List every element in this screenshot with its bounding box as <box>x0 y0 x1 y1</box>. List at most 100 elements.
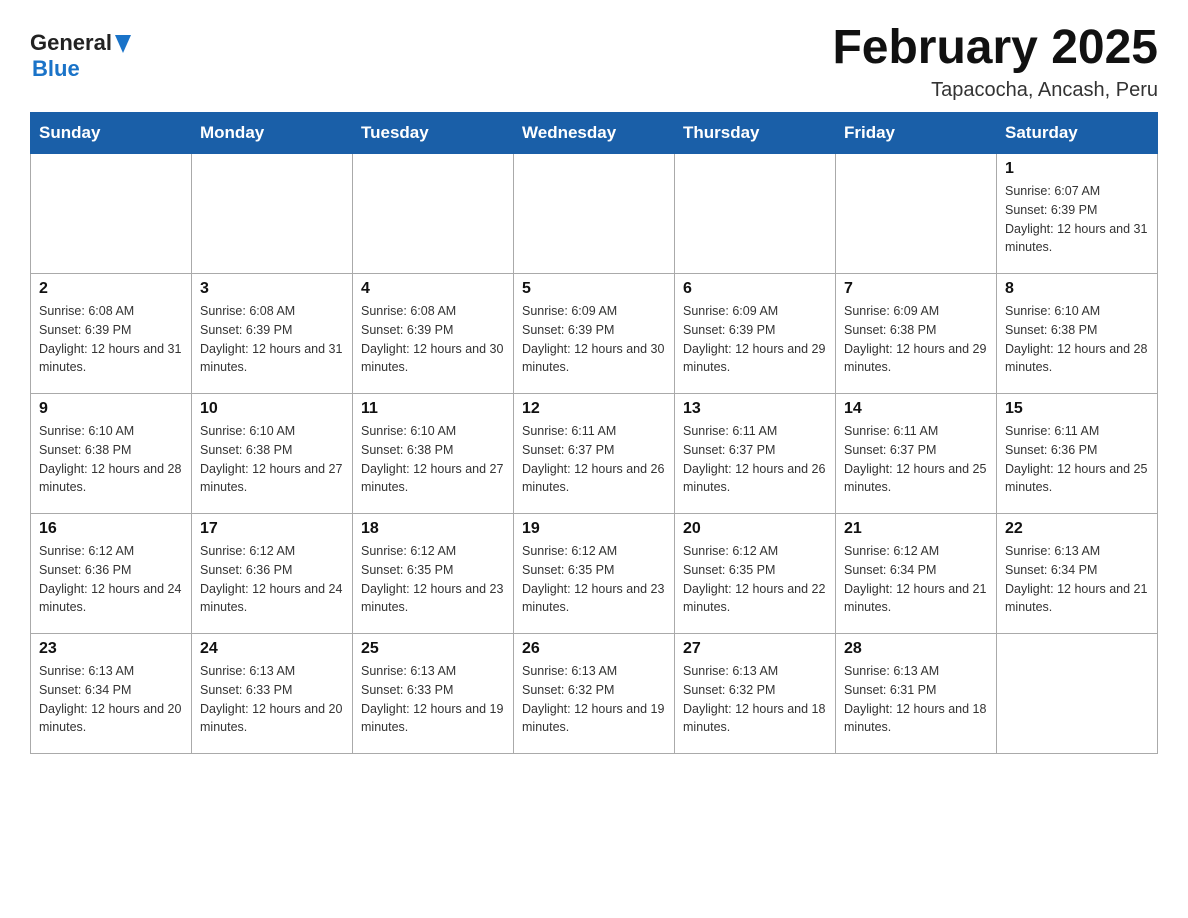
day-info: Sunrise: 6:09 AM Sunset: 6:39 PM Dayligh… <box>683 302 827 377</box>
calendar-cell: 10Sunrise: 6:10 AM Sunset: 6:38 PM Dayli… <box>192 394 353 514</box>
weekday-monday: Monday <box>192 113 353 154</box>
day-number: 21 <box>844 520 988 538</box>
calendar-cell: 3Sunrise: 6:08 AM Sunset: 6:39 PM Daylig… <box>192 274 353 394</box>
day-info: Sunrise: 6:13 AM Sunset: 6:32 PM Dayligh… <box>683 662 827 737</box>
day-info: Sunrise: 6:07 AM Sunset: 6:39 PM Dayligh… <box>1005 182 1149 257</box>
day-number: 1 <box>1005 160 1149 178</box>
day-info: Sunrise: 6:12 AM Sunset: 6:35 PM Dayligh… <box>361 542 505 617</box>
day-number: 5 <box>522 280 666 298</box>
day-number: 12 <box>522 400 666 418</box>
day-number: 24 <box>200 640 344 658</box>
calendar-cell <box>192 154 353 274</box>
calendar-cell: 26 Sunrise: 6:13 AM Sunset: 6:32 PM Dayli… <box>514 634 675 754</box>
day-info: Sunrise: 6:12 AM Sunset: 6:34 PM Dayligh… <box>844 542 988 617</box>
day-number: 9 <box>39 400 183 418</box>
day-info: Sunrise: 6:10 AM Sunset: 6:38 PM Dayligh… <box>200 422 344 497</box>
day-info: Sunrise: 6:13 AM Sunset: 6:31 PM Dayligh… <box>844 662 988 737</box>
calendar-cell: 23 Sunrise: 6:13 AM Sunset: 6:34 PM Dayli… <box>31 634 192 754</box>
day-info: Sunrise: 6:12 AM Sunset: 6:36 PM Dayligh… <box>200 542 344 617</box>
day-number: 25 <box>361 640 505 658</box>
calendar-cell <box>31 154 192 274</box>
calendar-title: February 2025 <box>832 20 1158 75</box>
day-info: Sunrise: 6:13 AM Sunset: 6:33 PM Dayligh… <box>361 662 505 737</box>
calendar-table: SundayMondayTuesdayWednesdayThursdayFrid… <box>30 112 1158 754</box>
calendar-header: SundayMondayTuesdayWednesdayThursdayFrid… <box>31 113 1158 154</box>
week-row-5: 23 Sunrise: 6:13 AM Sunset: 6:34 PM Dayli… <box>31 634 1158 754</box>
weekday-thursday: Thursday <box>675 113 836 154</box>
day-info: Sunrise: 6:09 AM Sunset: 6:39 PM Dayligh… <box>522 302 666 377</box>
calendar-cell: 21 Sunrise: 6:12 AM Sunset: 6:34 PM Dayli… <box>836 514 997 634</box>
day-info: Sunrise: 6:12 AM Sunset: 6:36 PM Dayligh… <box>39 542 183 617</box>
calendar-cell: 2 Sunrise: 6:08 AM Sunset: 6:39 PM Daylig… <box>31 274 192 394</box>
logo: General Blue <box>30 30 135 82</box>
day-info: Sunrise: 6:11 AM Sunset: 6:37 PM Dayligh… <box>844 422 988 497</box>
calendar-cell <box>514 154 675 274</box>
calendar-cell: 15 Sunrise: 6:11 AM Sunset: 6:36 PM Dayli… <box>997 394 1158 514</box>
day-number: 28 <box>844 640 988 658</box>
calendar-subtitle: Tapacocha, Ancash, Peru <box>832 79 1158 102</box>
day-number: 8 <box>1005 280 1149 298</box>
calendar-cell: 16Sunrise: 6:12 AM Sunset: 6:36 PM Dayli… <box>31 514 192 634</box>
calendar-cell: 8 Sunrise: 6:10 AM Sunset: 6:38 PM Daylig… <box>997 274 1158 394</box>
day-number: 2 <box>39 280 183 298</box>
day-number: 23 <box>39 640 183 658</box>
day-info: Sunrise: 6:08 AM Sunset: 6:39 PM Dayligh… <box>39 302 183 377</box>
day-info: Sunrise: 6:10 AM Sunset: 6:38 PM Dayligh… <box>361 422 505 497</box>
calendar-cell: 25 Sunrise: 6:13 AM Sunset: 6:33 PM Dayli… <box>353 634 514 754</box>
calendar-cell: 20Sunrise: 6:12 AM Sunset: 6:35 PM Dayli… <box>675 514 836 634</box>
logo-general: General <box>30 30 112 56</box>
weekday-saturday: Saturday <box>997 113 1158 154</box>
page-header: General Blue February 2025 Tapacocha, An… <box>30 20 1158 102</box>
calendar-cell: 6 Sunrise: 6:09 AM Sunset: 6:39 PM Daylig… <box>675 274 836 394</box>
day-info: Sunrise: 6:12 AM Sunset: 6:35 PM Dayligh… <box>522 542 666 617</box>
day-number: 17 <box>200 520 344 538</box>
day-number: 19 <box>522 520 666 538</box>
day-info: Sunrise: 6:13 AM Sunset: 6:32 PM Dayligh… <box>522 662 666 737</box>
calendar-cell: 22Sunrise: 6:13 AM Sunset: 6:34 PM Dayli… <box>997 514 1158 634</box>
day-number: 27 <box>683 640 827 658</box>
logo-blue: Blue <box>32 56 80 82</box>
day-info: Sunrise: 6:10 AM Sunset: 6:38 PM Dayligh… <box>1005 302 1149 377</box>
calendar-cell: 1 Sunrise: 6:07 AM Sunset: 6:39 PM Daylig… <box>997 154 1158 274</box>
calendar-cell <box>997 634 1158 754</box>
calendar-cell: 19 Sunrise: 6:12 AM Sunset: 6:35 PM Dayli… <box>514 514 675 634</box>
calendar-cell: 27 Sunrise: 6:13 AM Sunset: 6:32 PM Dayli… <box>675 634 836 754</box>
calendar-cell: 5 Sunrise: 6:09 AM Sunset: 6:39 PM Daylig… <box>514 274 675 394</box>
day-number: 26 <box>522 640 666 658</box>
day-info: Sunrise: 6:11 AM Sunset: 6:37 PM Dayligh… <box>683 422 827 497</box>
day-number: 3 <box>200 280 344 298</box>
week-row-1: 1 Sunrise: 6:07 AM Sunset: 6:39 PM Daylig… <box>31 154 1158 274</box>
day-number: 15 <box>1005 400 1149 418</box>
day-number: 14 <box>844 400 988 418</box>
day-info: Sunrise: 6:11 AM Sunset: 6:36 PM Dayligh… <box>1005 422 1149 497</box>
weekday-header-row: SundayMondayTuesdayWednesdayThursdayFrid… <box>31 113 1158 154</box>
day-info: Sunrise: 6:13 AM Sunset: 6:34 PM Dayligh… <box>1005 542 1149 617</box>
calendar-cell: 13 Sunrise: 6:11 AM Sunset: 6:37 PM Dayli… <box>675 394 836 514</box>
day-info: Sunrise: 6:13 AM Sunset: 6:34 PM Dayligh… <box>39 662 183 737</box>
day-number: 4 <box>361 280 505 298</box>
weekday-sunday: Sunday <box>31 113 192 154</box>
calendar-cell: 11 Sunrise: 6:10 AM Sunset: 6:38 PM Dayli… <box>353 394 514 514</box>
weekday-friday: Friday <box>836 113 997 154</box>
day-number: 18 <box>361 520 505 538</box>
day-number: 11 <box>361 400 505 418</box>
day-info: Sunrise: 6:09 AM Sunset: 6:38 PM Dayligh… <box>844 302 988 377</box>
calendar-cell: 17 Sunrise: 6:12 AM Sunset: 6:36 PM Dayli… <box>192 514 353 634</box>
week-row-2: 2 Sunrise: 6:08 AM Sunset: 6:39 PM Daylig… <box>31 274 1158 394</box>
calendar-cell <box>675 154 836 274</box>
calendar-body: 1 Sunrise: 6:07 AM Sunset: 6:39 PM Daylig… <box>31 154 1158 754</box>
calendar-cell: 9 Sunrise: 6:10 AM Sunset: 6:38 PM Daylig… <box>31 394 192 514</box>
day-info: Sunrise: 6:10 AM Sunset: 6:38 PM Dayligh… <box>39 422 183 497</box>
day-info: Sunrise: 6:13 AM Sunset: 6:33 PM Dayligh… <box>200 662 344 737</box>
title-block: February 2025 Tapacocha, Ancash, Peru <box>832 20 1158 102</box>
day-info: Sunrise: 6:12 AM Sunset: 6:35 PM Dayligh… <box>683 542 827 617</box>
day-number: 13 <box>683 400 827 418</box>
weekday-wednesday: Wednesday <box>514 113 675 154</box>
day-number: 7 <box>844 280 988 298</box>
week-row-4: 16Sunrise: 6:12 AM Sunset: 6:36 PM Dayli… <box>31 514 1158 634</box>
calendar-cell <box>836 154 997 274</box>
day-info: Sunrise: 6:08 AM Sunset: 6:39 PM Dayligh… <box>361 302 505 377</box>
day-number: 6 <box>683 280 827 298</box>
calendar-cell: 18 Sunrise: 6:12 AM Sunset: 6:35 PM Dayli… <box>353 514 514 634</box>
week-row-3: 9 Sunrise: 6:10 AM Sunset: 6:38 PM Daylig… <box>31 394 1158 514</box>
